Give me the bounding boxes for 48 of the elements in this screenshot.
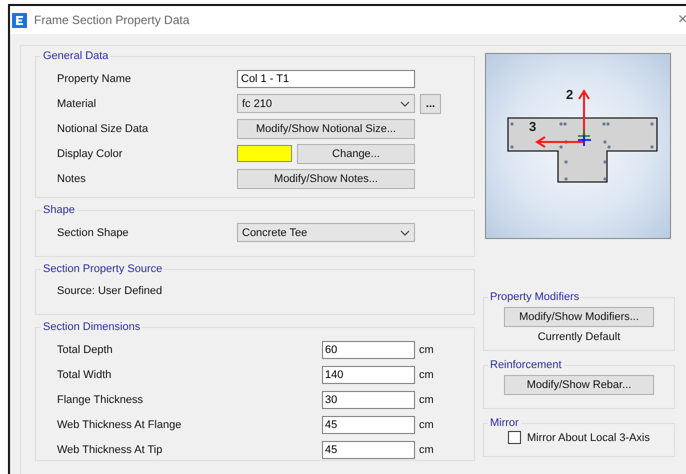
close-button[interactable]: × — [678, 11, 686, 29]
number-field[interactable]: 60 — [322, 340, 415, 358]
push-button[interactable]: Modify/Show Notes... — [237, 168, 415, 188]
field-label: Property Name — [57, 72, 132, 84]
group-title: General Data — [42, 50, 110, 62]
unit-label: cm — [419, 394, 434, 406]
group-title: Section Property Source — [42, 263, 164, 275]
field-label: Web Thickness At Tip — [57, 444, 164, 456]
window-title: Frame Section Property Data — [34, 13, 190, 27]
number-field[interactable]: 30 — [322, 390, 415, 408]
group-title: Shape — [42, 204, 76, 216]
number-field[interactable]: 140 — [322, 366, 415, 384]
unit-label: cm — [419, 444, 434, 456]
field-label: Section Shape — [57, 226, 130, 238]
field-label: Web Thickness At Flange — [57, 418, 182, 430]
field-label: Notional Size Data — [57, 122, 150, 134]
group-title: Reinforcement — [489, 359, 563, 371]
axis-label: 2 — [566, 87, 574, 102]
group-title: Section Dimensions — [42, 321, 142, 333]
checkbox[interactable] — [508, 431, 521, 444]
browse-button[interactable]: ... — [420, 94, 441, 114]
field-label: Total Width — [57, 368, 112, 380]
group-title: Mirror — [489, 417, 520, 429]
axis-arrows-drawing — [535, 89, 592, 148]
source-text: Source: User Defined — [57, 285, 164, 297]
caret-icon — [400, 100, 410, 106]
field-label: Display Color — [57, 148, 124, 160]
field-label: Material — [57, 98, 98, 110]
change-button[interactable]: Change... — [297, 144, 415, 164]
field-label: Notes — [57, 172, 87, 184]
unit-label: cm — [419, 418, 434, 430]
checkbox-label: Mirror About Local 3-Axis — [527, 432, 650, 444]
rebar-button[interactable]: Modify/Show Rebar... — [504, 375, 654, 395]
unit-label: cm — [419, 368, 434, 380]
caret-icon — [400, 230, 410, 236]
field-label: Total Depth — [57, 344, 114, 356]
status-text: Currently Default — [536, 331, 622, 343]
push-button[interactable]: Modify/Show Notional Size... — [237, 118, 415, 138]
unit-label: cm — [419, 344, 434, 356]
group-title: Property Modifiers — [489, 291, 580, 303]
text-field[interactable]: Col 1 - T1 — [237, 70, 415, 88]
number-field[interactable]: 45 — [322, 416, 415, 434]
modifiers-button[interactable]: Modify/Show Modifiers... — [504, 307, 654, 327]
field-label: Flange Thickness — [57, 394, 144, 406]
number-field[interactable]: 45 — [322, 440, 415, 458]
dropdown[interactable]: fc 210 — [237, 94, 415, 113]
dropdown[interactable]: Concrete Tee — [237, 223, 415, 242]
axis-label: 3 — [529, 119, 536, 134]
